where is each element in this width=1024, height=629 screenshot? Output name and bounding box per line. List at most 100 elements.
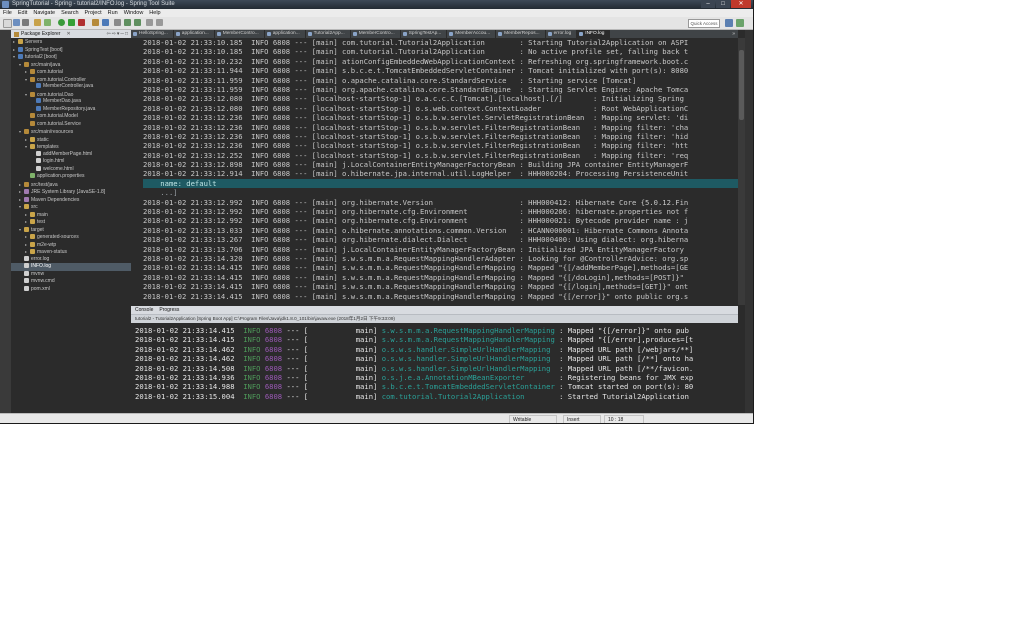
editor-tab[interactable]: INFO.log (577, 30, 611, 38)
editor-tab[interactable]: Tutorial2App... (306, 30, 351, 38)
save-icon[interactable] (13, 19, 20, 26)
tree-item[interactable]: ▾ src/main/resources (11, 128, 131, 136)
spring-perspective-icon[interactable] (736, 19, 744, 27)
menu-search[interactable]: Search (58, 9, 81, 17)
window-controls: – □ ✕ (701, 0, 751, 9)
folder-icon (24, 204, 29, 210)
srcfolder-icon (24, 181, 29, 187)
package-explorer-title[interactable]: Package Explorer (21, 30, 60, 38)
tree-item[interactable]: ▸ JRE System Library [JavaSE-1.8] (11, 188, 131, 196)
tree-item-label: maven-status (37, 249, 68, 255)
editor-tab[interactable]: SpringTestAp... (401, 30, 448, 38)
tree-item[interactable]: login.html (11, 158, 131, 166)
log-line: 2018-01-02 21:33:14.415 INFO 6808 --- [m… (143, 263, 689, 273)
tree-item[interactable]: INFO.log (11, 263, 131, 271)
tree-item[interactable]: error.log (11, 256, 131, 264)
tree-item[interactable]: ▸ Maven Dependencies (11, 196, 131, 204)
tree-item[interactable]: ▾ src (11, 203, 131, 211)
tree-item[interactable]: mvnw.cmd (11, 278, 131, 286)
back-icon[interactable] (146, 19, 153, 26)
tree-item[interactable]: welcome.html (11, 166, 131, 174)
menu-file[interactable]: File (0, 9, 15, 17)
console-logger: o.s.j.e.a.AnnotationMBeanExporter (381, 372, 555, 382)
quick-access-field[interactable]: Quick Access (688, 19, 720, 28)
editor-tab[interactable]: HelloSpring... (131, 30, 174, 38)
console-output[interactable]: 2018-01-02 21:33:14.415 INFO 6808 --- [ … (135, 326, 738, 401)
tree-item[interactable]: ▾ templates (11, 143, 131, 151)
forward-icon[interactable] (156, 19, 163, 26)
java-perspective-icon[interactable] (725, 19, 733, 27)
folder-icon (30, 234, 35, 240)
boot-dashboard-icon[interactable] (44, 19, 51, 26)
console-line: 2018-01-02 21:33:14.462 INFO 6808 --- [ … (135, 345, 738, 354)
tab-console[interactable]: Console (135, 306, 153, 314)
editor-tab[interactable]: MemberContro... (351, 30, 401, 38)
more-tabs-icon[interactable]: » (729, 30, 738, 38)
stop-icon[interactable] (78, 19, 85, 26)
tree-item[interactable]: ▸ com.tutorial (11, 68, 131, 76)
search-icon[interactable] (114, 19, 121, 26)
tree-item[interactable]: ▸ static (11, 136, 131, 144)
menu-window[interactable]: Window (121, 9, 147, 17)
previous-annotation-icon[interactable] (134, 19, 141, 26)
new-java-package-icon[interactable] (92, 19, 99, 26)
file-icon (402, 32, 407, 36)
tab-progress[interactable]: Progress (159, 306, 179, 314)
menu-edit[interactable]: Edit (15, 9, 30, 17)
tree-item[interactable]: com.tutorial.Model (11, 113, 131, 121)
editor-tab-label: MemberAccou... (455, 31, 491, 36)
console-logger: com.tutorial.Tutorial2Application (381, 391, 555, 401)
open-type-icon[interactable] (34, 19, 41, 26)
log-editor-content[interactable]: 2018-01-02 21:33:10.185 INFO 6808 --- [m… (143, 38, 738, 305)
menu-help[interactable]: Help (146, 9, 163, 17)
tree-item[interactable]: ▾ target (11, 226, 131, 234)
view-toolbar[interactable]: ⇦⇨▾─□ (107, 30, 129, 38)
menu-run[interactable]: Run (105, 9, 121, 17)
maximize-button[interactable]: □ (716, 0, 730, 8)
scrollbar-thumb[interactable] (739, 50, 744, 120)
menu-project[interactable]: Project (82, 9, 105, 17)
tree-item[interactable]: MemberRepository.java (11, 106, 131, 114)
tree-item[interactable]: pom.xml (11, 286, 131, 294)
tree-item[interactable]: ▸ SpringTest [boot] (11, 46, 131, 54)
debug-icon[interactable] (58, 19, 65, 26)
tree-item[interactable]: MemberDao.java (11, 98, 131, 106)
tree-item[interactable]: ▾ tutorial2 [boot] (11, 53, 131, 61)
tree-item[interactable]: MemberController.java (11, 83, 131, 91)
tree-item[interactable]: ▸ Servers (11, 38, 131, 46)
tree-item[interactable]: ▾ src/main/java (11, 61, 131, 69)
editor-tab[interactable]: application... (265, 30, 306, 38)
tree-item[interactable]: addMemberPage.html (11, 151, 131, 159)
run-icon[interactable] (68, 19, 75, 26)
minimize-button[interactable]: – (701, 0, 715, 8)
editor-tab[interactable]: MemberRepos... (496, 30, 546, 38)
next-annotation-icon[interactable] (124, 19, 131, 26)
tree-item[interactable]: ▸ test (11, 218, 131, 226)
tree-item[interactable]: ▸ generated-sources (11, 233, 131, 241)
editor-tab[interactable]: MemberContro... (215, 30, 265, 38)
folder-icon (30, 241, 35, 247)
save-all-icon[interactable] (22, 19, 29, 26)
new-java-class-icon[interactable] (102, 19, 109, 26)
app-icon (2, 1, 9, 8)
tree-item[interactable]: ▾ com.tutorial.Controller (11, 76, 131, 84)
editor-tab[interactable]: error.log (546, 30, 578, 38)
editor-tab[interactable]: MemberAccou... (447, 30, 497, 38)
tree-item[interactable]: ▾ com.tutorial.Dao (11, 91, 131, 99)
close-button[interactable]: ✕ (731, 0, 751, 8)
tree-item[interactable]: application.properties (11, 173, 131, 181)
tree-item[interactable]: ▸ src/test/java (11, 181, 131, 189)
editor-tab[interactable]: application... (174, 30, 215, 38)
menu-navigate[interactable]: Navigate (30, 9, 58, 17)
tree-item[interactable]: ▸ main (11, 211, 131, 219)
new-icon[interactable] (3, 19, 12, 28)
console-line: 2018-01-02 21:33:14.508 INFO 6808 --- [ … (135, 364, 738, 373)
tree-item[interactable]: com.tutorial.Service (11, 121, 131, 129)
tree-item[interactable]: ▸ m2e-wtp (11, 241, 131, 249)
tree-item[interactable]: mvnw (11, 271, 131, 279)
close-view-icon[interactable]: ✕ (66, 30, 70, 38)
editor-scrollbar[interactable] (738, 38, 745, 305)
tree-item[interactable]: ▸ maven-status (11, 248, 131, 256)
package-explorer-header: Package Explorer ✕ ⇦⇨▾─□ (11, 30, 131, 38)
java-icon (36, 98, 41, 104)
